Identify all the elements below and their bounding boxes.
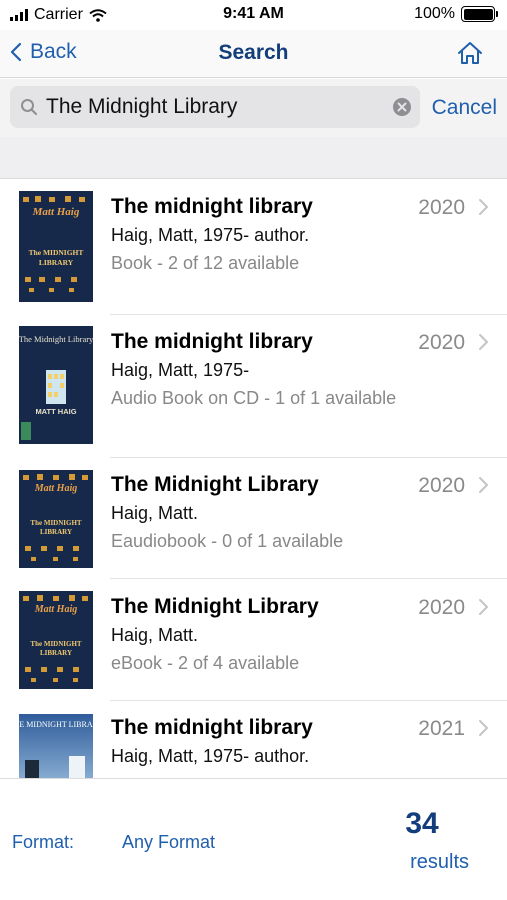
result-row[interactable]: Matt Haig The MIDNIGHT LIBRARY The Midni… <box>0 458 507 579</box>
result-format: Eaudiobook - 0 of 1 available <box>111 531 344 551</box>
result-author: Haig, Matt. <box>111 625 199 645</box>
svg-text:The Midnight Library: The Midnight Library <box>19 334 93 344</box>
results-count: 34 <box>405 807 439 840</box>
cancel-button[interactable]: Cancel <box>432 96 497 120</box>
result-year: 2020 <box>418 196 465 219</box>
search-input[interactable]: The Midnight Library <box>10 86 420 128</box>
svg-text:LIBRARY: LIBRARY <box>40 528 72 536</box>
navigation-bar: Back Search <box>0 30 507 78</box>
book-cover-image: Matt Haig The MIDNIGHT LIBRARY <box>19 591 93 689</box>
result-row[interactable]: THE MIDNIGHT LIBRARY The midnight librar… <box>0 701 507 778</box>
svg-text:LIBRARY: LIBRARY <box>39 258 74 267</box>
result-row[interactable]: The Midnight Library MATT HAIG The midni… <box>0 315 507 458</box>
result-author: Haig, Matt, 1975- <box>111 360 250 380</box>
result-author: Haig, Matt, 1975- author. <box>111 225 310 245</box>
svg-text:The MIDNIGHT: The MIDNIGHT <box>30 640 81 648</box>
result-format: Audio Book on CD - 1 of 1 available <box>111 388 397 408</box>
results-footer: Format: Any Format 34 results <box>0 778 507 900</box>
search-bar: The Midnight Library Cancel <box>0 79 507 137</box>
format-filter-button[interactable]: Any Format <box>122 832 215 853</box>
battery-icon <box>461 6 498 22</box>
svg-text:Matt Haig: Matt Haig <box>34 604 78 615</box>
battery-percent: 100% <box>414 5 455 22</box>
home-icon[interactable] <box>457 41 483 65</box>
result-year: 2020 <box>418 474 465 497</box>
svg-text:LIBRARY: LIBRARY <box>40 649 72 657</box>
result-year: 2020 <box>418 596 465 619</box>
result-row[interactable]: Matt Haig The MIDNIGHT LIBRARY The Midni… <box>0 579 507 701</box>
results-list: Matt Haig The MIDNIGHT LIBRARY The midni… <box>0 180 507 778</box>
chevron-right-icon <box>479 477 488 493</box>
chevron-right-icon <box>479 199 488 215</box>
result-author: Haig, Matt. <box>111 503 199 523</box>
results-count-label: results <box>410 851 469 873</box>
svg-text:THE MIDNIGHT LIBRARY: THE MIDNIGHT LIBRARY <box>19 720 93 729</box>
cd-cover-image: The Midnight Library MATT HAIG <box>19 326 93 444</box>
svg-text:The MIDNIGHT: The MIDNIGHT <box>30 519 81 527</box>
page-title: Search <box>218 41 289 64</box>
status-bar: Carrier 9:41 AM 100% <box>0 0 507 30</box>
svg-text:The MIDNIGHT: The MIDNIGHT <box>29 248 84 257</box>
result-author: Haig, Matt, 1975- author. <box>111 746 310 766</box>
clear-icon[interactable] <box>392 97 412 117</box>
svg-text:Matt Haig: Matt Haig <box>34 483 78 494</box>
svg-text:Matt Haig: Matt Haig <box>32 206 80 218</box>
result-format: Book - 2 of 12 available <box>111 253 300 273</box>
result-year: 2020 <box>418 331 465 354</box>
chevron-right-icon <box>479 720 488 736</box>
chevron-right-icon <box>479 599 488 615</box>
result-row[interactable]: Matt Haig The MIDNIGHT LIBRARY The midni… <box>0 180 507 315</box>
chevron-right-icon <box>479 334 488 350</box>
search-icon <box>21 99 37 115</box>
format-label: Format: <box>12 832 75 852</box>
status-right: 100% <box>414 5 498 23</box>
svg-text:MATT HAIG: MATT HAIG <box>35 407 76 416</box>
book-cover-image: THE MIDNIGHT LIBRARY <box>19 714 93 778</box>
book-cover-image: Matt Haig The MIDNIGHT LIBRARY <box>19 470 93 568</box>
book-cover-image: Matt Haig The MIDNIGHT LIBRARY <box>19 191 93 302</box>
section-header <box>0 137 507 179</box>
result-year: 2021 <box>418 717 465 740</box>
search-query: The Midnight Library <box>46 95 238 118</box>
result-format: eBook - 2 of 4 available <box>111 653 300 673</box>
